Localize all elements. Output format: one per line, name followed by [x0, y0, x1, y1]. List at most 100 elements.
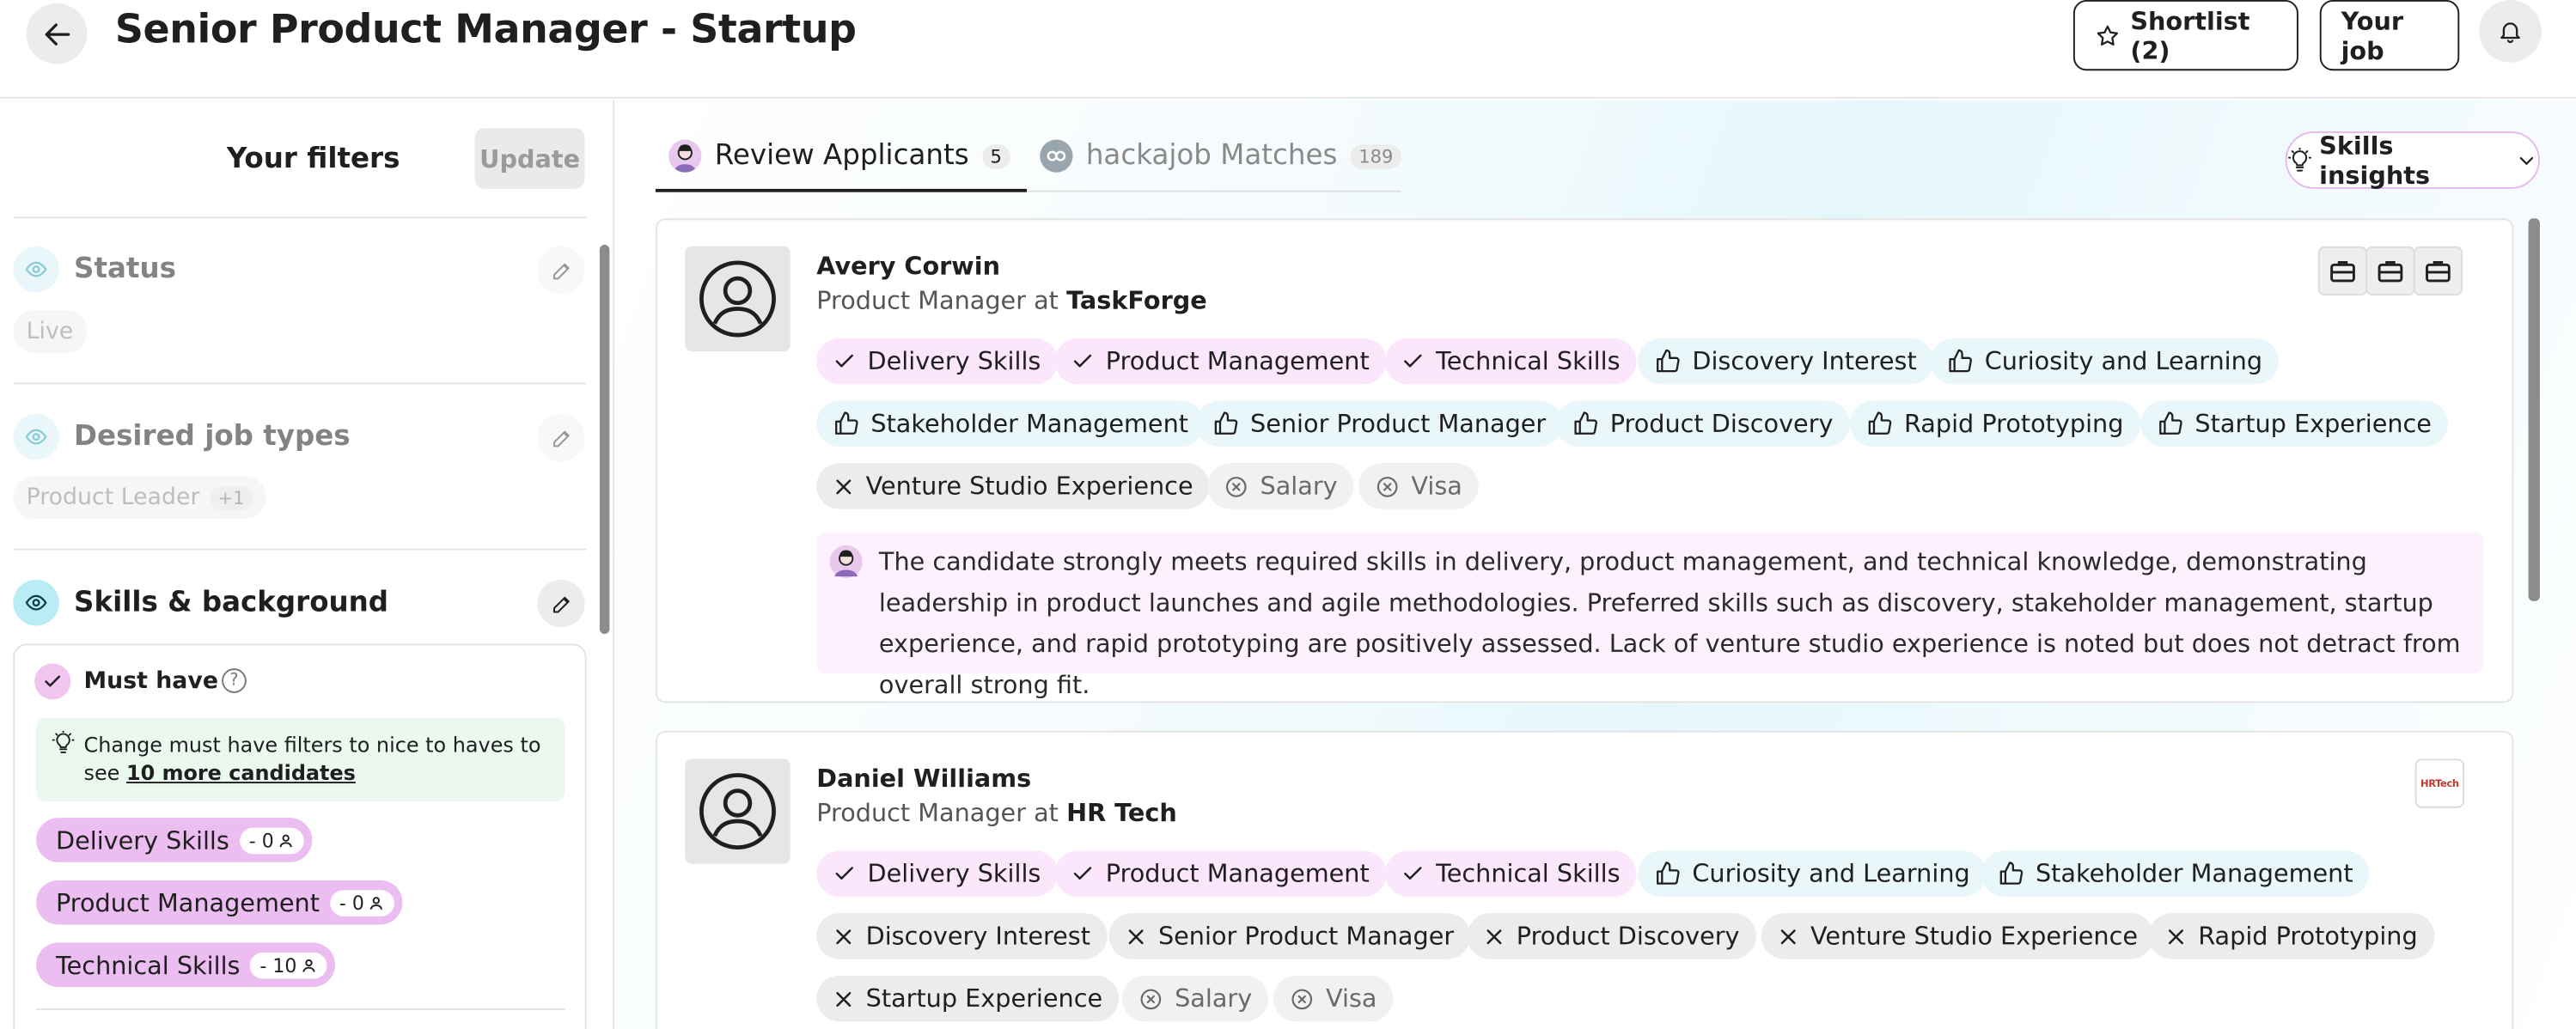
- lightbulb-icon: [52, 730, 75, 753]
- experience-icons: HRTech: [2414, 758, 2464, 808]
- skill-tag-preferred: Curiosity and Learning: [1638, 850, 1987, 897]
- thumbs-up-icon: [1654, 861, 1681, 887]
- bell-icon: [2500, 22, 2520, 44]
- candidate-name[interactable]: Avery Corwin: [816, 252, 1000, 281]
- x-circle-icon: [1224, 474, 1248, 499]
- eye-icon[interactable]: [13, 246, 59, 293]
- status-chip: Live: [13, 310, 87, 354]
- chevron-down-icon: [2520, 156, 2534, 165]
- skills-insights-button[interactable]: Skills insights: [2285, 131, 2540, 190]
- tab-hackajob-matches[interactable]: hackajob Matches 189: [1040, 139, 1401, 173]
- hackajob-logo-icon: [1040, 139, 1073, 173]
- status-title: Status: [74, 253, 176, 286]
- your-job-button[interactable]: Your job: [2319, 0, 2460, 71]
- sidebar-scrollbar[interactable]: [599, 244, 610, 635]
- skill-count: - 0: [329, 889, 394, 916]
- active-tab-indicator: [655, 188, 1027, 192]
- candidate-role: Product Manager at HR Tech: [816, 798, 1177, 828]
- update-button[interactable]: Update: [474, 128, 585, 189]
- skill-tag-missing: Venture Studio Experience: [816, 463, 1210, 509]
- job-types-title: Desired job types: [74, 420, 351, 454]
- x-circle-icon: [1138, 986, 1163, 1011]
- tab-label: Review Applicants: [714, 139, 969, 173]
- shortlist-button[interactable]: Shortlist (2): [2072, 0, 2298, 71]
- arrow-left-icon: [44, 22, 70, 45]
- must-have-skill-chip[interactable]: Product Management - 0: [36, 880, 402, 925]
- star-icon: [2097, 24, 2119, 46]
- shortlist-label: Shortlist (2): [2130, 5, 2250, 65]
- candidate-name[interactable]: Daniel Williams: [816, 764, 1031, 793]
- candidate-card[interactable]: Avery Corwin Product Manager at TaskForg…: [655, 218, 2514, 703]
- job-type-value: Product Leader: [26, 484, 200, 511]
- eye-icon[interactable]: [13, 413, 59, 460]
- skill-tag-missing: Rapid Prototyping: [2148, 913, 2434, 959]
- thumbs-up-icon: [833, 411, 859, 437]
- edit-skills-button[interactable]: [537, 579, 585, 628]
- x-icon: [1126, 925, 1147, 947]
- eye-icon[interactable]: [13, 579, 59, 626]
- thumbs-up-icon: [1654, 348, 1681, 374]
- pencil-icon: [552, 262, 569, 279]
- skill-tag-preferred: Stakeholder Management: [1981, 850, 2370, 897]
- skill-tag-missing: Venture Studio Experience: [1761, 913, 2155, 959]
- page-header: Senior Product Manager - Startup Shortli…: [0, 0, 2576, 99]
- skill-count: - 10: [249, 952, 327, 978]
- skill-tag-missing: Product Discovery: [1467, 913, 1756, 959]
- must-have-checkbox[interactable]: [34, 663, 71, 700]
- thumbs-up-icon: [1947, 348, 1974, 374]
- status-value: Live: [26, 318, 74, 345]
- check-icon: [833, 862, 856, 886]
- briefcase-icon[interactable]: [2365, 246, 2415, 296]
- tab-label: hackajob Matches: [1085, 139, 1338, 173]
- more-badge: +1: [209, 484, 253, 510]
- briefcase-icon[interactable]: [2317, 246, 2368, 296]
- check-icon: [833, 350, 856, 373]
- skill-count: - 0: [239, 826, 304, 854]
- skill-tag-met: Product Management: [1054, 850, 1386, 897]
- skill-tag-preferred: Stakeholder Management: [816, 400, 1206, 448]
- company-logo[interactable]: HRTech: [2414, 758, 2464, 808]
- must-have-skill-chip[interactable]: Delivery Skills - 0: [36, 818, 312, 862]
- tab-count: 189: [1350, 143, 1401, 168]
- back-button[interactable]: [26, 3, 88, 64]
- candidate-card[interactable]: Daniel Williams Product Manager at HR Te…: [655, 730, 2514, 1029]
- skill-tag-met: Delivery Skills: [816, 850, 1058, 897]
- page-title: Senior Product Manager - Startup: [114, 6, 857, 53]
- skill-tag-unknown: Visa: [1358, 463, 1480, 509]
- skill-tag-preferred: Discovery Interest: [1638, 338, 1933, 385]
- person-icon: [302, 958, 315, 971]
- your-job-label: Your job: [2341, 5, 2404, 65]
- experience-icons: [2317, 246, 2463, 296]
- notifications-button[interactable]: [2479, 0, 2542, 63]
- x-icon: [833, 476, 854, 497]
- must-have-label: Must have: [83, 668, 218, 695]
- tab-count: 5: [981, 143, 1010, 168]
- main-scrollbar[interactable]: [2528, 218, 2540, 601]
- must-have-skill-chip[interactable]: Technical Skills - 10: [36, 942, 335, 988]
- help-icon[interactable]: ?: [222, 668, 247, 693]
- person-icon: [369, 896, 382, 910]
- divider: [13, 216, 587, 219]
- edit-status-button[interactable]: [537, 246, 585, 295]
- check-icon: [45, 675, 61, 687]
- skill-tag-unknown: Visa: [1273, 975, 1394, 1022]
- person-icon: [278, 833, 292, 847]
- thumbs-up-icon: [1212, 411, 1239, 437]
- skill-tag-met: Delivery Skills: [816, 338, 1058, 385]
- skill-tag-met: Product Management: [1054, 338, 1386, 385]
- divider: [13, 382, 587, 385]
- must-have-panel: Must have ? Change must have filters to …: [13, 643, 587, 1029]
- skill-tag-preferred: Senior Product Manager: [1195, 400, 1563, 448]
- tab-divider: [1027, 190, 1401, 192]
- briefcase-icon[interactable]: [2413, 246, 2463, 296]
- main-panel: Review Applicants 5 hackajob Matches 189…: [616, 100, 2576, 1029]
- more-candidates-link[interactable]: 10 more candidates: [126, 760, 356, 785]
- edit-job-types-button[interactable]: [537, 413, 585, 462]
- check-icon: [1401, 350, 1425, 373]
- tab-review-applicants[interactable]: Review Applicants 5: [668, 139, 1010, 173]
- skill-label: Product Management: [56, 887, 320, 917]
- summary-text: The candidate strongly meets required sk…: [878, 546, 2461, 700]
- filters-sidebar: Your filters Update Status Live Desired …: [0, 100, 615, 1029]
- skills-title: Skills & background: [74, 586, 389, 619]
- candidate-role: Product Manager at TaskForge: [816, 285, 1207, 316]
